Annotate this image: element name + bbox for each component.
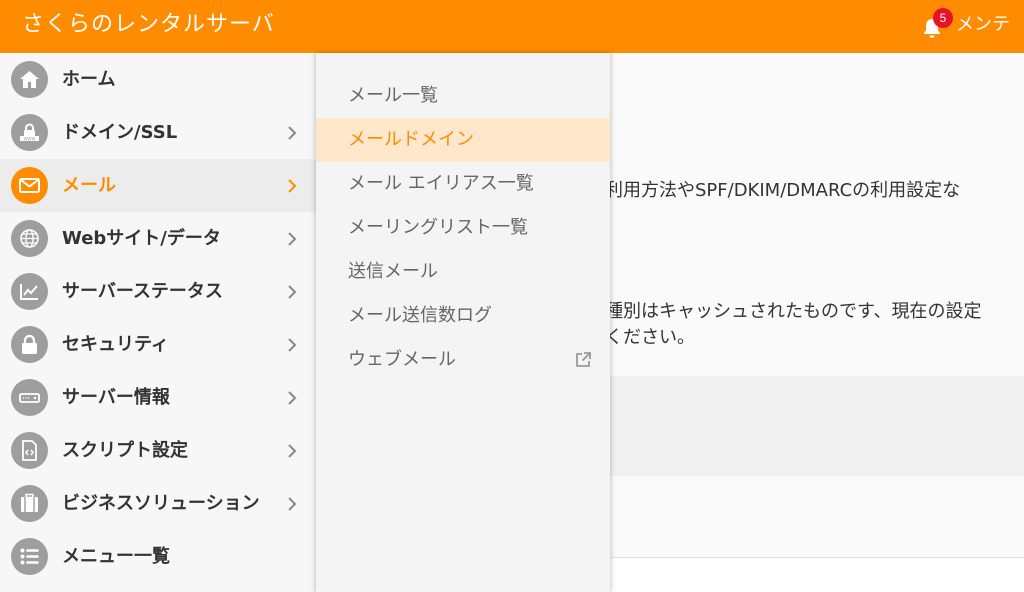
submenu-item-label: メール一覧	[348, 85, 438, 106]
chart-icon	[11, 273, 48, 310]
submenu-item-mail-list[interactable]: メール一覧	[316, 74, 610, 118]
sidebar-item-business-solutions[interactable]: ビジネスソリューション	[0, 477, 316, 530]
notification-badge: 5	[933, 8, 953, 28]
sidebar-item-label: サーバー情報	[62, 387, 170, 408]
submenu-item-label: メールドメイン	[348, 129, 474, 150]
submenu-item-mail-alias-list[interactable]: メール エイリアス一覧	[316, 162, 610, 206]
submenu-item-outgoing-mail[interactable]: 送信メール	[316, 250, 610, 294]
sidebar-item-server-status[interactable]: サーバーステータス	[0, 265, 316, 318]
submenu-item-label: 送信メール	[348, 261, 438, 282]
chevron-right-icon	[288, 444, 297, 458]
chevron-right-icon	[288, 126, 297, 140]
briefcase-icon	[11, 485, 48, 522]
sidebar-item-mail[interactable]: メール	[0, 159, 316, 212]
mail-icon	[11, 167, 48, 204]
lock-icon	[11, 326, 48, 363]
chevron-right-icon	[288, 391, 297, 405]
main-text-line-2: 種別はキャッシュされたものです、現在の設定	[605, 301, 982, 322]
sidebar: ホーム WWW ドメイン/SSL メール Webサイト/データ サーバーステータ…	[0, 53, 316, 592]
chevron-right-icon	[288, 338, 297, 352]
submenu-item-send-count-log[interactable]: メール送信数ログ	[316, 294, 610, 338]
sidebar-item-label: Webサイト/データ	[62, 228, 221, 249]
sidebar-item-domain-ssl[interactable]: WWW ドメイン/SSL	[0, 106, 316, 159]
submenu-item-mail-domain[interactable]: メールドメイン	[316, 118, 610, 162]
globe-icon	[11, 220, 48, 257]
content-panel	[610, 376, 1024, 476]
sidebar-item-website-data[interactable]: Webサイト/データ	[0, 212, 316, 265]
svg-text:WWW: WWW	[24, 136, 36, 141]
submenu-item-label: メール エイリアス一覧	[348, 173, 534, 194]
header-bar: さくらのレンタルサーバ 5 メンテ	[0, 0, 1024, 53]
sidebar-item-server-info[interactable]: サーバー情報	[0, 371, 316, 424]
chevron-right-icon	[288, 285, 297, 299]
sidebar-item-security[interactable]: セキュリティ	[0, 318, 316, 371]
script-file-icon	[11, 432, 48, 469]
chevron-right-icon	[288, 232, 297, 246]
chevron-right-icon	[288, 179, 297, 193]
sidebar-item-home[interactable]: ホーム	[0, 53, 316, 106]
external-link-icon	[576, 352, 591, 367]
submenu-item-webmail[interactable]: ウェブメール	[316, 338, 610, 382]
sidebar-item-menu-list[interactable]: メニュー一覧	[0, 530, 316, 583]
submenu-item-label: ウェブメール	[348, 349, 456, 370]
content-footer-area	[610, 558, 1024, 592]
chevron-right-icon	[288, 497, 297, 511]
sidebar-item-label: ホーム	[62, 69, 116, 90]
domain-ssl-icon: WWW	[11, 114, 48, 151]
server-icon	[11, 379, 48, 416]
brand-title[interactable]: さくらのレンタルサーバ	[22, 0, 275, 53]
home-icon	[11, 61, 48, 98]
maintenance-link[interactable]: メンテ	[956, 0, 1010, 53]
sidebar-item-label: メニュー一覧	[62, 546, 170, 567]
sidebar-item-script-settings[interactable]: スクリプト設定	[0, 424, 316, 477]
sidebar-item-label: メール	[62, 175, 116, 196]
main-text-line-3: ください。	[605, 327, 695, 348]
sidebar-item-label: ビジネスソリューション	[62, 493, 260, 514]
notification-button[interactable]: 5	[920, 8, 953, 42]
submenu-item-label: メーリングリスト一覧	[348, 217, 528, 238]
main-text-line-1: 利用方法やSPF/DKIM/DMARCの利用設定な	[605, 180, 961, 201]
sidebar-item-label: セキュリティ	[62, 334, 169, 355]
sidebar-item-label: スクリプト設定	[62, 440, 188, 461]
mail-submenu: メール一覧 メールドメイン メール エイリアス一覧 メーリングリスト一覧 送信メ…	[316, 53, 610, 592]
sidebar-item-label: サーバーステータス	[62, 281, 223, 302]
sidebar-item-label: ドメイン/SSL	[62, 122, 178, 143]
submenu-item-label: メール送信数ログ	[348, 305, 492, 326]
submenu-item-mailing-list[interactable]: メーリングリスト一覧	[316, 206, 610, 250]
list-icon	[11, 538, 48, 575]
